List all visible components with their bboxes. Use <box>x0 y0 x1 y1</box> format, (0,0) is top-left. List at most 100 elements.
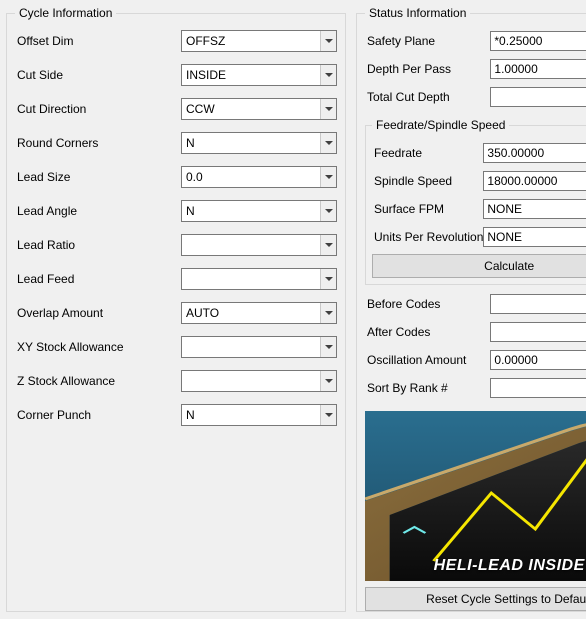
cut-direction-label: Cut Direction <box>15 102 181 116</box>
overlap-amount-row: Overlap Amount AUTO <box>15 302 337 324</box>
chevron-down-icon[interactable] <box>320 371 336 391</box>
after-codes-input[interactable] <box>490 322 586 342</box>
cycle-information-legend: Cycle Information <box>15 6 116 20</box>
spindle-speed-row: Spindle Speed <box>372 170 586 192</box>
feedrate-spindle-speed-legend: Feedrate/Spindle Speed <box>372 118 509 132</box>
z-stock-allowance-label: Z Stock Allowance <box>15 374 181 388</box>
total-cut-depth-label: Total Cut Depth <box>365 90 490 104</box>
cut-side-label: Cut Side <box>15 68 181 82</box>
round-corners-value: N <box>182 136 320 150</box>
chevron-down-icon[interactable] <box>320 99 336 119</box>
lead-feed-combo[interactable] <box>181 268 337 290</box>
units-per-revolution-row: Units Per Revolution <box>372 226 586 248</box>
corner-punch-row: Corner Punch N <box>15 404 337 426</box>
feedrate-label: Feedrate <box>372 146 483 160</box>
cycle-information-group: Cycle Information Offset Dim OFFSZ Cut S… <box>6 6 346 612</box>
chevron-down-icon[interactable] <box>320 201 336 221</box>
oscillation-amount-label: Oscillation Amount <box>365 353 490 367</box>
units-per-revolution-label: Units Per Revolution <box>372 230 483 244</box>
depth-per-pass-label: Depth Per Pass <box>365 62 490 76</box>
lead-size-row: Lead Size 0.0 <box>15 166 337 188</box>
safety-plane-row: Safety Plane <box>365 30 586 52</box>
lead-angle-row: Lead Angle N <box>15 200 337 222</box>
offset-dim-combo[interactable]: OFFSZ <box>181 30 337 52</box>
offset-dim-row: Offset Dim OFFSZ <box>15 30 337 52</box>
oscillation-amount-input[interactable] <box>490 350 586 370</box>
lead-angle-value: N <box>182 204 320 218</box>
feedrate-input[interactable] <box>483 143 586 163</box>
z-stock-allowance-row: Z Stock Allowance <box>15 370 337 392</box>
chevron-down-icon[interactable] <box>320 303 336 323</box>
round-corners-label: Round Corners <box>15 136 181 150</box>
before-codes-row: Before Codes <box>365 293 586 315</box>
offset-dim-value: OFFSZ <box>182 34 320 48</box>
z-stock-allowance-combo[interactable] <box>181 370 337 392</box>
lead-ratio-combo[interactable] <box>181 234 337 256</box>
chevron-down-icon[interactable] <box>320 65 336 85</box>
overlap-amount-label: Overlap Amount <box>15 306 181 320</box>
preview-svg <box>365 411 586 581</box>
offset-dim-label: Offset Dim <box>15 34 181 48</box>
cut-side-value: INSIDE <box>182 68 320 82</box>
lead-size-combo[interactable]: 0.0 <box>181 166 337 188</box>
corner-punch-combo[interactable]: N <box>181 404 337 426</box>
after-codes-label: After Codes <box>365 325 490 339</box>
lead-ratio-row: Lead Ratio <box>15 234 337 256</box>
xy-stock-allowance-row: XY Stock Allowance <box>15 336 337 358</box>
sort-by-rank-input[interactable] <box>490 378 586 398</box>
lead-feed-row: Lead Feed <box>15 268 337 290</box>
corner-punch-label: Corner Punch <box>15 408 181 422</box>
feedrate-row: Feedrate <box>372 142 586 164</box>
chevron-down-icon[interactable] <box>320 167 336 187</box>
corner-punch-value: N <box>182 408 320 422</box>
units-per-revolution-input[interactable] <box>483 227 586 247</box>
spindle-speed-input[interactable] <box>483 171 586 191</box>
chevron-down-icon[interactable] <box>320 269 336 289</box>
status-information-legend: Status Information <box>365 6 470 20</box>
surface-fpm-row: Surface FPM <box>372 198 586 220</box>
chevron-down-icon[interactable] <box>320 405 336 425</box>
safety-plane-label: Safety Plane <box>365 34 490 48</box>
chevron-down-icon[interactable] <box>320 235 336 255</box>
round-corners-combo[interactable]: N <box>181 132 337 154</box>
depth-per-pass-input[interactable] <box>490 59 586 79</box>
chevron-down-icon[interactable] <box>320 337 336 357</box>
after-codes-row: After Codes <box>365 321 586 343</box>
cycle-information-body: Offset Dim OFFSZ Cut Side INSIDE Cut Dir… <box>15 30 337 438</box>
feedrate-spindle-speed-group: Feedrate/Spindle Speed Feedrate Spindle … <box>365 118 586 285</box>
depth-per-pass-row: Depth Per Pass <box>365 58 586 80</box>
cut-direction-row: Cut Direction CCW <box>15 98 337 120</box>
chevron-down-icon[interactable] <box>320 133 336 153</box>
lead-angle-combo[interactable]: N <box>181 200 337 222</box>
cut-side-combo[interactable]: INSIDE <box>181 64 337 86</box>
status-information-body: Safety Plane Depth Per Pass Total Cut De… <box>365 30 586 611</box>
cut-direction-combo[interactable]: CCW <box>181 98 337 120</box>
surface-fpm-label: Surface FPM <box>372 202 483 216</box>
oscillation-amount-row: Oscillation Amount <box>365 349 586 371</box>
preview-image: HELI-LEAD INSIDE <box>365 411 586 581</box>
chevron-down-icon[interactable] <box>320 31 336 51</box>
total-cut-depth-row: Total Cut Depth <box>365 86 586 108</box>
spindle-speed-label: Spindle Speed <box>372 174 483 188</box>
status-information-group: Status Information Safety Plane Depth Pe… <box>356 6 586 612</box>
lead-size-value: 0.0 <box>182 170 320 184</box>
surface-fpm-input[interactable] <box>483 199 586 219</box>
calculate-button[interactable]: Calculate <box>372 254 586 278</box>
lead-size-label: Lead Size <box>15 170 181 184</box>
total-cut-depth-input[interactable] <box>490 87 586 107</box>
sort-by-rank-label: Sort By Rank # <box>365 381 490 395</box>
round-corners-row: Round Corners N <box>15 132 337 154</box>
lead-feed-label: Lead Feed <box>15 272 181 286</box>
lead-angle-label: Lead Angle <box>15 204 181 218</box>
lead-ratio-label: Lead Ratio <box>15 238 181 252</box>
safety-plane-input[interactable] <box>490 31 586 51</box>
overlap-amount-combo[interactable]: AUTO <box>181 302 337 324</box>
xy-stock-allowance-combo[interactable] <box>181 336 337 358</box>
before-codes-input[interactable] <box>490 294 586 314</box>
cut-direction-value: CCW <box>182 102 320 116</box>
xy-stock-allowance-label: XY Stock Allowance <box>15 340 181 354</box>
sort-by-rank-row: Sort By Rank # <box>365 377 586 399</box>
reset-cycle-settings-button[interactable]: Reset Cycle Settings to Default <box>365 587 586 611</box>
cut-side-row: Cut Side INSIDE <box>15 64 337 86</box>
overlap-amount-value: AUTO <box>182 306 320 320</box>
